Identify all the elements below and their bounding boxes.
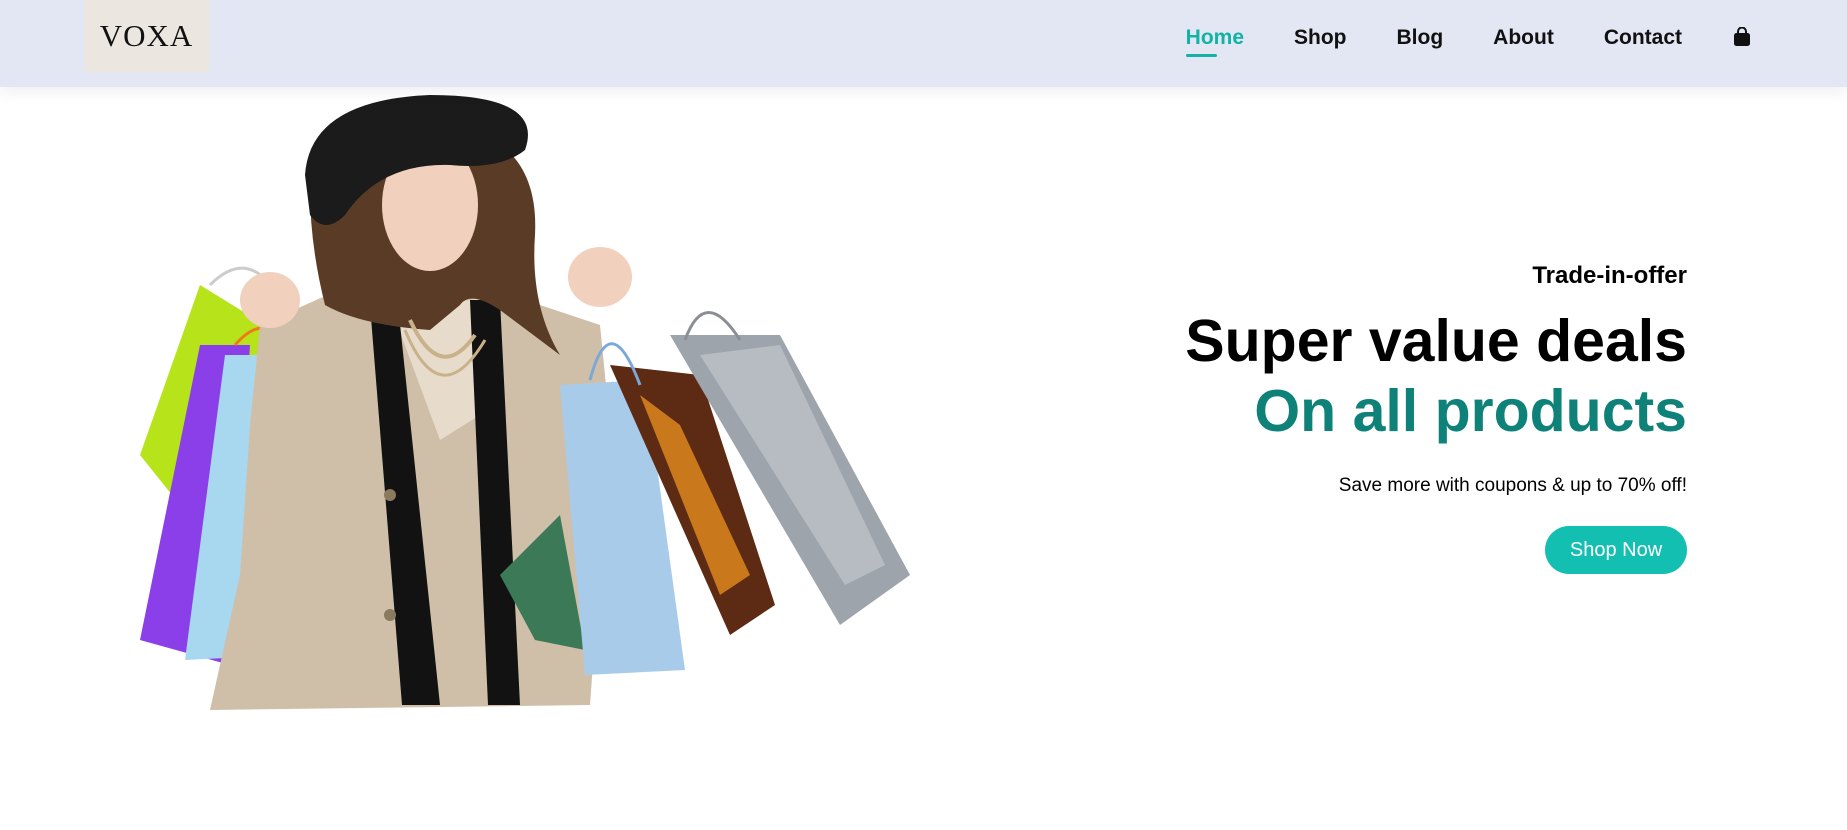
shopping-bag-icon[interactable] <box>1732 26 1752 48</box>
hero-image <box>140 95 920 715</box>
main-nav: Home Shop Blog About Contact <box>1136 0 1752 74</box>
nav-item-contact[interactable]: Contact <box>1604 27 1682 48</box>
brand-logo[interactable]: VOXA <box>84 0 209 72</box>
hero-subheadline: On all products <box>1254 378 1687 444</box>
shop-now-button[interactable]: Shop Now <box>1545 526 1687 574</box>
site-header: VOXA Home Shop Blog About Contact <box>0 0 1847 87</box>
hero-description: Save more with coupons & up to 70% off! <box>1338 475 1687 496</box>
hero-kicker: Trade-in-offer <box>1532 262 1687 289</box>
nav-item-home[interactable]: Home <box>1185 27 1244 57</box>
nav-item-shop[interactable]: Shop <box>1294 27 1347 48</box>
hero-headline: Super value deals <box>1185 308 1687 374</box>
hero-content: Trade-in-offer Super value deals On all … <box>987 262 1687 574</box>
nav-item-about[interactable]: About <box>1493 27 1554 48</box>
nav-item-blog[interactable]: Blog <box>1397 27 1444 48</box>
